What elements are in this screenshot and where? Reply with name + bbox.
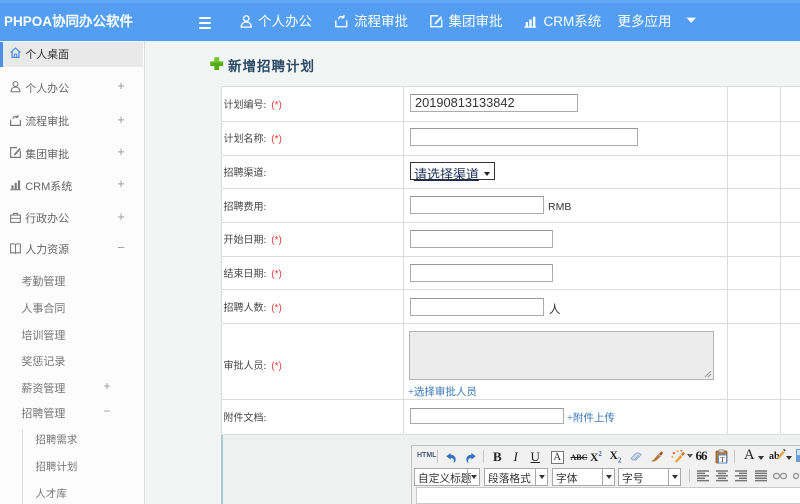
svg-text:T: T [720,455,725,464]
